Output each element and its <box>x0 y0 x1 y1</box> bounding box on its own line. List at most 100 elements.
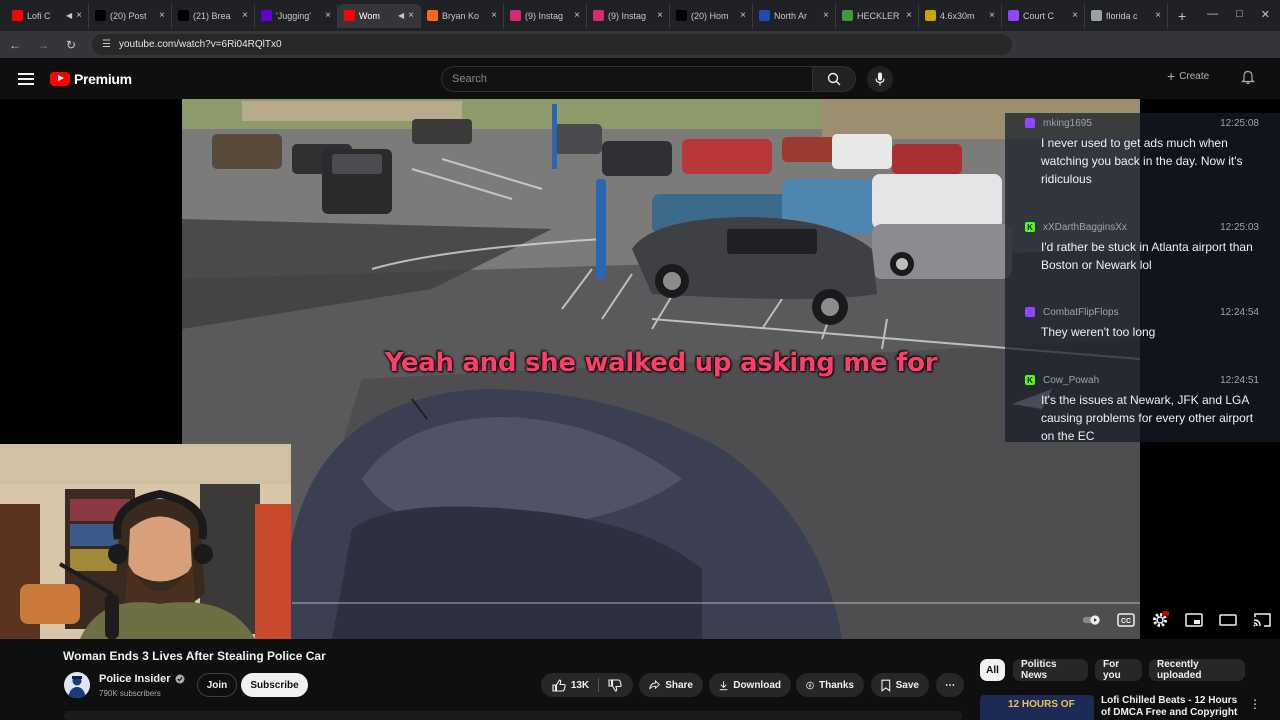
theater-mode-icon <box>1219 614 1237 626</box>
minimize-icon[interactable]: — <box>1207 8 1218 21</box>
player-controls: CC <box>1082 611 1272 629</box>
youtube-logo[interactable]: Premium <box>50 71 132 87</box>
create-label: Create <box>1179 70 1210 82</box>
close-tab-icon[interactable]: × <box>740 10 746 21</box>
subscriber-count: 790K subscribers <box>99 689 161 698</box>
webcam-image <box>0 444 291 639</box>
browser-tab[interactable]: HECKLER × <box>836 3 919 28</box>
captions-button[interactable]: CC <box>1116 611 1136 629</box>
notifications-icon[interactable] <box>1241 70 1255 90</box>
subscribe-button[interactable]: Subscribe <box>241 673 308 697</box>
close-tab-icon[interactable]: × <box>823 10 829 21</box>
chip-recently-uploaded[interactable]: Recently uploaded <box>1149 659 1245 681</box>
browser-tab[interactable]: (20) Post × <box>89 3 172 28</box>
browser-tab[interactable]: North Ar × <box>753 3 836 28</box>
back-icon[interactable]: ← <box>8 38 22 52</box>
like-divider <box>598 678 600 692</box>
chip-politics-news[interactable]: Politics News <box>1013 659 1088 681</box>
thanks-button[interactable]: $ Thanks <box>796 673 864 697</box>
browser-tab[interactable]: florida c × <box>1085 3 1168 28</box>
close-tab-icon[interactable]: × <box>1155 10 1161 21</box>
thumbs-down-icon[interactable] <box>608 678 622 692</box>
close-tab-icon[interactable]: × <box>408 10 414 21</box>
close-window-icon[interactable]: ✕ <box>1261 8 1270 21</box>
close-tab-icon[interactable]: × <box>325 10 331 21</box>
reload-icon[interactable]: ↻ <box>64 38 78 52</box>
more-icon: ⋯ <box>945 679 955 691</box>
search-input[interactable]: Search <box>441 66 813 92</box>
progress-bar[interactable] <box>292 602 1140 604</box>
voice-search-button[interactable] <box>867 66 893 92</box>
browser-tab[interactable]: (21) Brea × <box>172 3 255 28</box>
chip-label: Recently uploaded <box>1157 659 1202 681</box>
autoplay-toggle[interactable] <box>1082 611 1102 629</box>
new-tab-button[interactable]: + <box>1178 8 1186 24</box>
chip-for-you[interactable]: For you <box>1095 659 1142 681</box>
close-tab-icon[interactable]: × <box>574 10 580 21</box>
browser-tab[interactable]: Court C × <box>1002 3 1085 28</box>
maximize-icon[interactable]: □ <box>1236 8 1243 21</box>
svg-text:CC: CC <box>1121 618 1131 625</box>
tab-list: Lofi C ◀ × (20) Post × (21) Brea × 'Jugging' × Wo… <box>6 3 1168 28</box>
join-button[interactable]: Join <box>197 673 237 697</box>
description-scroll-strip <box>64 711 962 720</box>
tab-title: (9) Instag <box>608 10 647 21</box>
super-thanks-icon: $ <box>806 681 814 689</box>
tab-title: 'Jugging' <box>276 10 311 21</box>
close-tab-icon[interactable]: × <box>657 10 663 21</box>
chip-label: For you <box>1103 659 1121 681</box>
close-tab-icon[interactable]: × <box>989 10 995 21</box>
recommended-video-thumbnail[interactable]: 12 HOURS OF <box>980 695 1094 720</box>
close-tab-icon[interactable]: × <box>76 10 82 21</box>
thumbs-up-icon[interactable] <box>552 678 566 692</box>
browser-tab[interactable]: Wom ◀ × <box>338 3 421 28</box>
browser-tab[interactable]: 'Jugging' × <box>255 3 338 28</box>
browser-tab[interactable]: Lofi C ◀ × <box>6 3 89 28</box>
menu-icon[interactable] <box>18 72 34 85</box>
more-actions-button[interactable]: ⋯ <box>936 673 964 697</box>
miniplayer-button[interactable] <box>1184 611 1204 629</box>
close-tab-icon[interactable]: × <box>1072 10 1078 21</box>
settings-button[interactable] <box>1150 611 1170 629</box>
recommended-video-title[interactable]: Lofi Chilled Beats - 12 Hours of DMCA Fr… <box>1101 695 1246 720</box>
browser-tab[interactable]: 4.6x30m × <box>919 3 1002 28</box>
save-button[interactable]: Save <box>871 673 929 697</box>
search-icon <box>827 72 841 86</box>
video-title: Woman Ends 3 Lives After Stealing Police… <box>63 649 326 663</box>
tab-title: Lofi C <box>27 10 51 21</box>
browser-tab[interactable]: (9) Instag × <box>504 3 587 28</box>
create-button[interactable]: + Create <box>1167 68 1209 84</box>
close-tab-icon[interactable]: × <box>491 10 497 21</box>
close-tab-icon[interactable]: × <box>906 10 912 21</box>
search-button[interactable] <box>812 66 856 92</box>
channel-name[interactable]: Police Insider <box>99 673 185 685</box>
chat-message-meta: K Cow_Powah 12:24:51 <box>1025 373 1275 387</box>
tab-title: 4.6x30m <box>940 10 975 21</box>
cast-icon <box>1253 613 1271 627</box>
speaker-icon[interactable]: ◀ <box>398 11 404 20</box>
download-button[interactable]: Download <box>709 673 791 697</box>
recommendation-menu-icon[interactable]: ⋮ <box>1249 697 1261 711</box>
channel-name-text: Police Insider <box>99 673 171 685</box>
chip-all[interactable]: All <box>980 659 1005 681</box>
like-count[interactable]: 13K <box>571 680 589 691</box>
window-controls: — □ ✕ <box>1207 8 1270 21</box>
like-dislike-group: 13K <box>541 673 633 697</box>
site-info-icon[interactable]: ☰ <box>102 39 111 50</box>
browser-tab[interactable]: Bryan Ko × <box>421 3 504 28</box>
browser-tab[interactable]: (20) Hom × <box>670 3 753 28</box>
close-tab-icon[interactable]: × <box>242 10 248 21</box>
close-tab-icon[interactable]: × <box>159 10 165 21</box>
browser-tab[interactable]: (9) Instag × <box>587 3 670 28</box>
share-button[interactable]: Share <box>639 673 703 697</box>
news-icon <box>759 10 770 21</box>
share-icon <box>649 680 661 690</box>
channel-avatar[interactable] <box>64 672 90 698</box>
video-frame[interactable]: Yeah and she walked up asking me for <box>182 99 1140 639</box>
cast-button[interactable] <box>1252 611 1272 629</box>
address-bar[interactable]: ☰ youtube.com/watch?v=6Ri04RQlTx0 <box>92 34 1012 55</box>
speaker-icon[interactable]: ◀ <box>66 11 72 20</box>
forward-icon[interactable]: → <box>36 38 50 52</box>
video-player[interactable]: Yeah and she walked up asking me for CC <box>0 99 1280 639</box>
theater-mode-button[interactable] <box>1218 611 1238 629</box>
